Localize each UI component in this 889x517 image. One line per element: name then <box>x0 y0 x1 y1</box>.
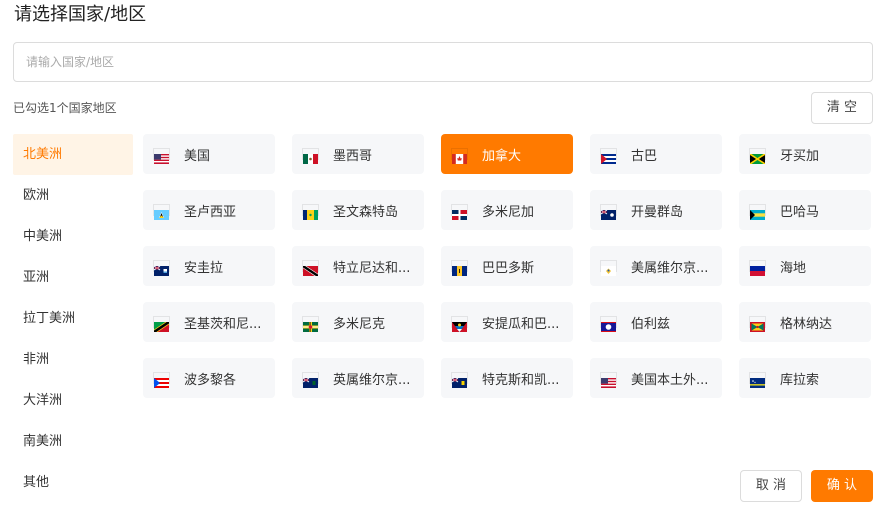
region-sidebar: 北美洲 欧洲 中美洲 亚洲 拉丁美洲 非洲 大洋洲 南美洲 其他 <box>13 134 133 503</box>
country-option[interactable]: 多米尼克 <box>292 302 424 342</box>
search-input[interactable] <box>14 43 872 81</box>
country-label: 美属维尔京... <box>631 260 709 276</box>
cancel-button[interactable]: 取 消 <box>740 470 802 502</box>
country-label: 特立尼达和... <box>333 260 411 276</box>
confirm-button[interactable]: 确 认 <box>811 470 873 502</box>
sidebar-item-latin-america[interactable]: 拉丁美洲 <box>13 298 133 339</box>
country-label: 开曼群岛 <box>631 204 684 220</box>
country-option[interactable]: 牙买加 <box>739 134 871 174</box>
country-option[interactable]: 古巴 <box>590 134 722 174</box>
sidebar-item-central-america[interactable]: 中美洲 <box>13 216 133 257</box>
dominican-republic-flag-icon <box>451 204 468 220</box>
trinidad-flag-icon <box>302 260 319 278</box>
sidebar-item-asia[interactable]: 亚洲 <box>13 257 133 298</box>
sidebar-item-africa[interactable]: 非洲 <box>13 339 133 380</box>
barbados-flag-icon <box>451 260 468 276</box>
country-label: 加拿大 <box>482 148 522 164</box>
country-option[interactable]: 开曼群岛 <box>590 190 722 230</box>
country-option[interactable]: 英属维尔京... <box>292 358 424 398</box>
country-label: 波多黎各 <box>184 372 237 388</box>
country-option[interactable]: 特克斯和凯... <box>441 358 573 398</box>
country-option[interactable]: 美属维尔京... <box>590 246 722 286</box>
country-label: 巴巴多斯 <box>482 260 535 276</box>
country-option[interactable]: 多米尼加 <box>441 190 573 230</box>
country-label: 牙买加 <box>780 148 820 164</box>
turks-caicos-flag-icon <box>451 372 468 388</box>
country-label: 库拉索 <box>780 372 820 388</box>
puerto-rico-flag-icon <box>153 372 170 388</box>
country-label: 安圭拉 <box>184 260 224 276</box>
country-label: 特克斯和凯... <box>482 372 560 388</box>
country-option[interactable]: 格林纳达 <box>739 302 871 342</box>
saint-vincent-flag-icon <box>302 204 319 220</box>
us-minor-islands-flag-icon <box>600 372 617 388</box>
canada-flag-icon <box>451 148 468 164</box>
belize-flag-icon <box>600 316 617 332</box>
us-flag-icon <box>153 148 170 164</box>
haiti-flag-icon <box>749 260 766 276</box>
sidebar-item-europe[interactable]: 欧洲 <box>13 175 133 216</box>
clear-button[interactable]: 清 空 <box>811 92 873 124</box>
country-option[interactable]: 库拉索 <box>739 358 871 398</box>
country-label: 格林纳达 <box>780 316 833 332</box>
antigua-flag-icon <box>451 316 468 332</box>
country-label: 圣文森特岛 <box>333 204 399 220</box>
british-virgin-islands-flag-icon <box>302 372 319 388</box>
mexico-flag-icon <box>302 148 319 164</box>
country-label: 美国 <box>184 148 211 164</box>
curacao-flag-icon <box>749 372 766 388</box>
country-option[interactable]: 美国 <box>143 134 275 174</box>
country-label: 古巴 <box>631 148 658 164</box>
country-option[interactable]: 圣卢西亚 <box>143 190 275 230</box>
sidebar-item-other[interactable]: 其他 <box>13 462 133 503</box>
dialog-title: 请选择国家/地区 <box>14 4 147 25</box>
country-option[interactable]: 伯利兹 <box>590 302 722 342</box>
country-label: 圣卢西亚 <box>184 204 237 220</box>
country-label: 安提瓜和巴... <box>482 316 560 332</box>
country-label: 美国本土外... <box>631 372 709 388</box>
country-label: 多米尼加 <box>482 204 535 220</box>
country-label: 墨西哥 <box>333 148 373 164</box>
selected-count-text: 已勾选1个国家地区 <box>13 101 117 115</box>
country-option[interactable]: 巴巴多斯 <box>441 246 573 286</box>
jamaica-flag-icon <box>749 148 766 165</box>
country-label: 英属维尔京... <box>333 372 411 388</box>
country-option[interactable]: 墨西哥 <box>292 134 424 174</box>
sidebar-item-oceania[interactable]: 大洋洲 <box>13 380 133 421</box>
saint-lucia-flag-icon <box>153 204 170 220</box>
country-grid: 美国 墨西哥 加拿大 古巴 牙买加 圣卢西亚 圣文森特岛 多米尼加 开曼群岛 巴… <box>143 134 875 398</box>
country-option[interactable]: 波多黎各 <box>143 358 275 398</box>
country-option[interactable]: 巴哈马 <box>739 190 871 230</box>
us-virgin-islands-flag-icon <box>600 260 617 276</box>
dominica-flag-icon <box>302 316 319 332</box>
country-option[interactable]: 海地 <box>739 246 871 286</box>
cuba-flag-icon <box>600 148 617 164</box>
search-box[interactable] <box>13 42 873 82</box>
grenada-flag-icon <box>749 316 766 332</box>
country-option[interactable]: 安圭拉 <box>143 246 275 286</box>
country-label: 伯利兹 <box>631 316 671 332</box>
cayman-islands-flag-icon <box>600 204 617 220</box>
bahamas-flag-icon <box>749 204 766 220</box>
country-option[interactable]: 特立尼达和... <box>292 246 424 286</box>
country-option[interactable]: 安提瓜和巴... <box>441 302 573 342</box>
country-option[interactable]: 美国本土外... <box>590 358 722 398</box>
sidebar-item-north-america[interactable]: 北美洲 <box>13 134 133 175</box>
country-label: 多米尼克 <box>333 316 386 332</box>
country-option[interactable]: 圣基茨和尼... <box>143 302 275 342</box>
country-option[interactable]: 加拿大 <box>441 134 573 174</box>
country-option[interactable]: 圣文森特岛 <box>292 190 424 230</box>
anguilla-flag-icon <box>153 260 170 276</box>
country-label: 巴哈马 <box>780 204 820 220</box>
saint-kitts-flag-icon <box>152 316 171 334</box>
country-label: 圣基茨和尼... <box>184 316 262 332</box>
sidebar-item-south-america[interactable]: 南美洲 <box>13 421 133 462</box>
country-label: 海地 <box>780 260 807 276</box>
